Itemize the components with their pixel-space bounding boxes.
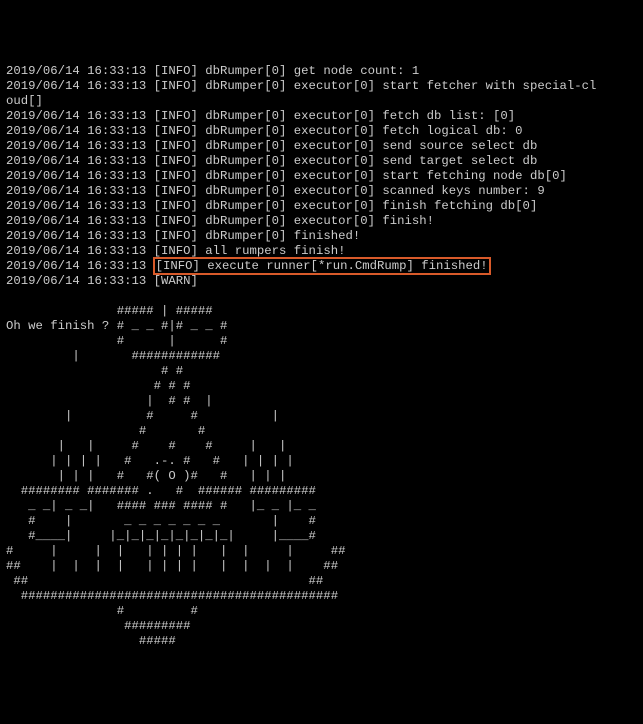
log-level: [INFO] [154,229,206,243]
log-message: dbRumper[0] executor[0] start fetching n… [205,169,567,183]
log-level: [INFO] [154,124,206,138]
log-timestamp: 2019/06/14 16:33:13 [6,154,154,168]
log-timestamp: 2019/06/14 16:33:13 [6,139,154,153]
log-message: dbRumper[0] executor[0] scanned keys num… [205,184,544,198]
log-timestamp: 2019/06/14 16:33:13 [6,214,154,228]
log-message: dbRumper[0] executor[0] finish fetching … [205,199,537,213]
highlighted-log: [INFO] execute runner[*run.CmdRump] fini… [153,257,491,275]
log-message: dbRumper[0] executor[0] start fetcher wi… [205,79,596,93]
log-level: [INFO] [154,109,206,123]
log-message: execute runner[*run.CmdRump] finished! [207,259,487,273]
log-level: [INFO] [154,139,206,153]
log-message-wrap: oud[] [6,94,43,108]
ascii-art: ##### | ##### Oh we finish ? # _ _ #|# _… [6,304,637,649]
log-level: [INFO] [154,154,206,168]
log-timestamp: 2019/06/14 16:33:13 [6,79,154,93]
log-timestamp: 2019/06/14 16:33:13 [6,124,154,138]
log-level: [INFO] [156,259,208,273]
log-timestamp: 2019/06/14 16:33:13 [6,259,154,273]
log-timestamp: 2019/06/14 16:33:13 [6,169,154,183]
log-message: dbRumper[0] executor[0] send source sele… [205,139,537,153]
log-message: dbRumper[0] executor[0] fetch db list: [… [205,109,515,123]
terminal-output: 2019/06/14 16:33:13 [INFO] dbRumper[0] g… [6,64,637,289]
log-timestamp: 2019/06/14 16:33:13 [6,64,154,78]
log-message: dbRumper[0] executor[0] finish! [205,214,434,228]
log-level: [INFO] [154,64,206,78]
log-message: dbRumper[0] finished! [205,229,360,243]
log-level: [INFO] [154,244,206,258]
log-level: [INFO] [154,199,206,213]
log-level: [INFO] [154,169,206,183]
log-message: dbRumper[0] get node count: 1 [205,64,419,78]
log-level: [INFO] [154,214,206,228]
log-level: [INFO] [154,79,206,93]
log-timestamp: 2019/06/14 16:33:13 [6,109,154,123]
log-timestamp: 2019/06/14 16:33:13 [6,199,154,213]
log-message: all rumpers finish! [205,244,345,258]
log-level: [WARN] [154,274,206,288]
log-message: dbRumper[0] executor[0] send target sele… [205,154,537,168]
log-message: dbRumper[0] executor[0] fetch logical db… [205,124,522,138]
log-level: [INFO] [154,184,206,198]
log-timestamp: 2019/06/14 16:33:13 [6,184,154,198]
log-timestamp: 2019/06/14 16:33:13 [6,244,154,258]
log-timestamp: 2019/06/14 16:33:13 [6,274,154,288]
log-timestamp: 2019/06/14 16:33:13 [6,229,154,243]
